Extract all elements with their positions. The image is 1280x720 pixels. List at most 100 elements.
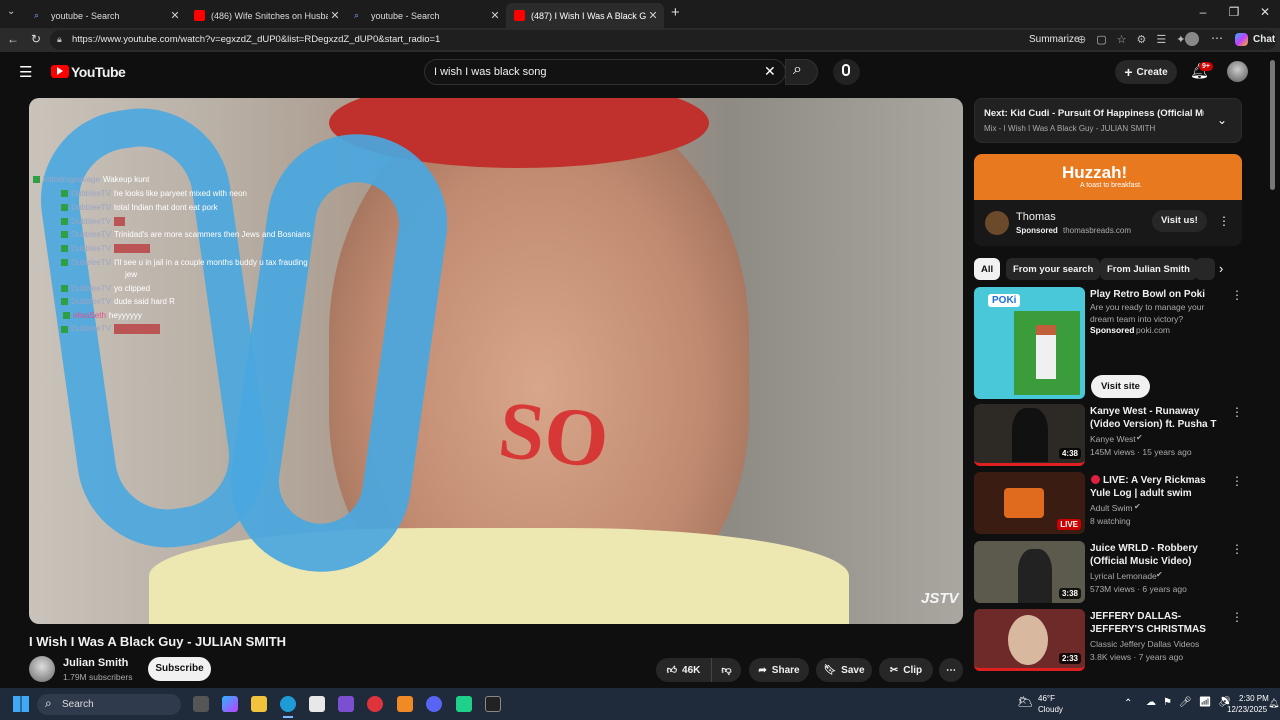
save-button[interactable]: 🔖︎ Save (816, 658, 872, 682)
poki-ad-title[interactable]: Play Retro Bowl on Poki (1090, 288, 1225, 301)
more-icon[interactable]: ⋮ (1231, 474, 1243, 488)
copilot-icon[interactable] (1235, 33, 1248, 46)
clear-search-icon[interactable]: ✕ (764, 63, 776, 80)
clip-button[interactable]: ✂ Clip (879, 658, 933, 682)
close-icon[interactable]: ✕ (488, 9, 502, 22)
share-label: Share (771, 664, 800, 676)
more-actions-button[interactable]: ⋯ (939, 658, 963, 682)
create-button[interactable]: + Create (1115, 60, 1177, 84)
close-icon[interactable]: ✕ (168, 9, 182, 22)
video-thumbnail[interactable]: 2:33 (974, 609, 1085, 671)
chat-message: DubbleeTV total Indian that dont eat pork (61, 203, 218, 212)
like-button[interactable]: 👍︎ 46K (656, 658, 711, 682)
microsoft-store-icon[interactable] (309, 696, 325, 712)
chevron-right-icon[interactable]: › (1219, 261, 1223, 276)
duration-badge: 2:33 (1058, 653, 1081, 664)
channel-name[interactable]: Classic Jeffery Dallas Videos (1090, 639, 1199, 649)
video-thumbnail[interactable]: LIVE (974, 472, 1085, 534)
epic-games-icon[interactable] (485, 696, 501, 712)
close-icon[interactable]: ✕ (328, 9, 342, 22)
app-icon[interactable] (338, 696, 354, 712)
ad-brand-logo (985, 211, 1009, 235)
video-title[interactable]: JEFFERY DALLAS- JEFFERY'S CHRISTMAS (1090, 610, 1225, 636)
video-title[interactable]: Juice WRLD - Robbery (Official Music Vid… (1090, 542, 1225, 568)
toolbar-extension-icons[interactable]: ⊕▢☆⚙☰✦ (1077, 33, 1195, 46)
ad-more-icon[interactable]: ⋮ (1218, 214, 1230, 228)
chip-from-julian-smith[interactable]: From Julian Smith (1100, 258, 1197, 280)
more-icon[interactable]: ⋮ (1231, 542, 1243, 556)
thumbs-up-icon: 👍︎ (666, 665, 678, 676)
taskbar-search-box[interactable] (37, 694, 181, 715)
browser-tab-3[interactable]: ⌕ youtube - Search ✕ (346, 3, 506, 28)
account-avatar[interactable] (1227, 61, 1248, 82)
back-icon[interactable]: ← (7, 32, 19, 46)
tab-title: youtube - Search (371, 10, 440, 21)
more-icon[interactable]: ⋮ (1231, 405, 1243, 419)
app-icon[interactable] (397, 696, 413, 712)
youtube-logo-text[interactable]: YouTube (71, 64, 126, 80)
close-window-icon[interactable]: ✕ (1255, 5, 1275, 19)
chip-from-your-search[interactable]: From your search (1006, 258, 1101, 280)
channel-avatar[interactable] (29, 656, 55, 682)
video-player[interactable]: SO JSTV lottodrugsavage Wakeup kunt Dubbl… (29, 98, 963, 624)
more-menu-icon[interactable]: ⋯ (1211, 31, 1223, 45)
subscribe-button[interactable]: Subscribe (148, 657, 211, 681)
youtube-icon (514, 10, 525, 21)
video-thumbnail[interactable]: 3:38 (974, 541, 1085, 603)
chevron-down-icon[interactable]: ⌄ (1217, 113, 1227, 127)
chip-overflow[interactable] (1195, 258, 1215, 280)
new-tab-button[interactable]: + (671, 4, 680, 21)
chat-badge-icon (33, 176, 40, 184)
page-scrollbar[interactable] (1270, 60, 1275, 190)
file-explorer-icon[interactable] (251, 696, 267, 712)
browser-tab-1[interactable]: ⌕ youtube - Search ✕ (26, 3, 186, 28)
channel-name[interactable]: Kanye West (1090, 434, 1136, 444)
summarize-button[interactable]: Summarize (1029, 34, 1080, 45)
more-icon[interactable]: ⋮ (1231, 610, 1243, 624)
profile-avatar[interactable] (1185, 32, 1199, 46)
dislike-button[interactable]: 👎︎ (711, 658, 741, 682)
discord-icon[interactable] (426, 696, 442, 712)
clock-date[interactable]: 12/23/2025 (1227, 705, 1267, 714)
more-horizontal-icon: ⋯ (946, 664, 956, 676)
task-view-icon[interactable] (193, 696, 209, 712)
copilot-app-icon[interactable] (222, 696, 238, 712)
notification-bell-icon[interactable]: 🔔︎ (1268, 698, 1279, 709)
tray-icons[interactable]: ☁⚑🎤︎📶︎🔊︎ (1146, 697, 1238, 708)
minimize-icon[interactable]: – (1193, 5, 1213, 19)
play-triangle-icon (57, 67, 63, 75)
clock-time[interactable]: 2:30 PM (1239, 694, 1269, 703)
video-thumbnail[interactable]: 4:38 (974, 404, 1085, 466)
chip-all[interactable]: All (974, 258, 1001, 280)
windows-taskbar (0, 688, 1280, 720)
channel-name[interactable]: Adult Swim (1090, 503, 1133, 513)
restore-icon[interactable]: ❐ (1224, 5, 1244, 19)
chat-button[interactable]: Chat (1253, 34, 1275, 45)
visit-site-button[interactable]: Visit site (1091, 375, 1150, 398)
poki-ad-thumbnail[interactable]: POKi (974, 287, 1085, 399)
url-text[interactable]: https://www.youtube.com/watch?v=egxzdZ_d… (72, 34, 440, 45)
edge-browser-icon[interactable] (280, 696, 296, 712)
hamburger-menu-icon[interactable]: ☰ (19, 63, 32, 81)
app-icon[interactable] (367, 696, 383, 712)
video-title[interactable]: LIVE: A Very Rickmas Yule Log | adult sw… (1090, 474, 1225, 500)
visit-us-button[interactable]: Visit us! (1152, 210, 1207, 232)
channel-name[interactable]: Lyrical Lemonade (1090, 571, 1157, 581)
video-title[interactable]: Kanye West - Runaway (Video Version) ft.… (1090, 405, 1225, 431)
tray-overflow-icon[interactable]: ⌃ (1124, 698, 1132, 709)
windows-start-icon[interactable] (13, 696, 29, 712)
share-icon: ➦ (758, 664, 767, 676)
poki-more-icon[interactable]: ⋮ (1231, 288, 1243, 302)
app-icon[interactable] (456, 696, 472, 712)
share-button[interactable]: ➦ Share (749, 658, 809, 682)
channel-name[interactable]: Julian Smith (63, 657, 128, 669)
tab-actions-icon[interactable]: ⌄ (7, 6, 15, 17)
up-next-panel[interactable] (974, 98, 1242, 143)
browser-tab-2[interactable]: (486) Wife Snitches on Husband f ✕ (186, 3, 346, 28)
search-input[interactable]: I wish I was black song (434, 66, 547, 78)
refresh-icon[interactable]: ↻ (31, 32, 41, 46)
browser-tab-4[interactable]: (487) I Wish I Was A Black Guy - JU ✕ (506, 3, 664, 28)
chat-message: DubbleeTV Trinidad's are more scammers th… (61, 230, 310, 239)
save-label: Save (841, 664, 865, 676)
close-icon[interactable]: ✕ (646, 9, 660, 22)
